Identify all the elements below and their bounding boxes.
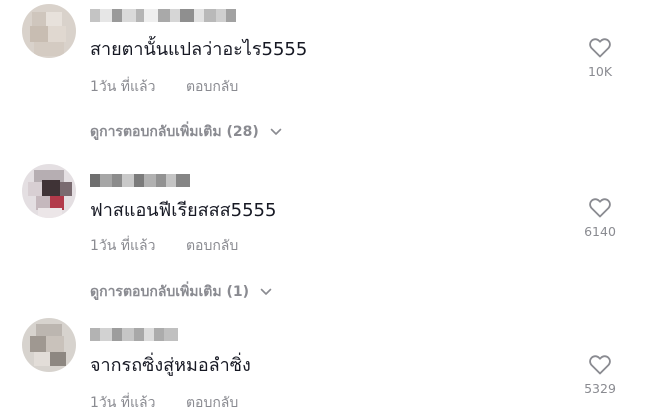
comment-text: สายตานั้นแปลว่าอะไร5555: [90, 39, 308, 60]
comment-meta: 1วัน ที่แล้ว ตอบกลับ: [90, 76, 238, 98]
like-button[interactable]: 5329: [580, 353, 620, 396]
reply-button[interactable]: ตอบกลับ: [186, 76, 238, 98]
avatar[interactable]: [22, 164, 76, 218]
username-blurred[interactable]: [90, 174, 190, 187]
comment-timestamp: 1วัน ที่แล้ว: [90, 238, 156, 254]
comment-text: จากรถซิ่งสู่หมอลำซิ่ง: [90, 355, 251, 376]
reply-button[interactable]: ตอบกลับ: [186, 235, 238, 257]
comment-meta: 1วัน ที่แล้ว ตอบกลับ: [90, 235, 238, 257]
heart-outline-icon: [589, 198, 611, 218]
comment-text: ฟาสแอนฟีเรียสสส5555: [90, 200, 277, 221]
view-more-replies-button[interactable]: ดูการตอบกลับเพิ่มเติม (28): [90, 121, 282, 143]
comment-feed: สายตานั้นแปลว่าอะไร5555 1วัน ที่แล้ว ตอบ…: [0, 0, 649, 414]
chevron-down-icon: [260, 288, 272, 295]
reply-button[interactable]: ตอบกลับ: [186, 392, 238, 414]
like-count: 5329: [584, 381, 616, 396]
like-button[interactable]: 10K: [580, 36, 620, 79]
chevron-down-icon: [270, 128, 281, 135]
like-count: 6140: [584, 224, 616, 239]
avatar[interactable]: [22, 318, 76, 372]
like-button[interactable]: 6140: [580, 196, 620, 239]
username-blurred[interactable]: [90, 328, 178, 341]
view-more-replies-label: ดูการตอบกลับเพิ่มเติม (28): [90, 124, 259, 140]
heart-outline-icon: [589, 355, 611, 375]
view-more-replies-label: ดูการตอบกลับเพิ่มเติม (1): [90, 284, 250, 300]
comment-timestamp: 1วัน ที่แล้ว: [90, 79, 156, 95]
heart-outline-icon: [589, 38, 611, 58]
comment-meta: 1วัน ที่แล้ว ตอบกลับ: [90, 392, 238, 414]
like-count: 10K: [587, 64, 613, 79]
view-more-replies-button[interactable]: ดูการตอบกลับเพิ่มเติม (1): [90, 281, 272, 303]
comment-timestamp: 1วัน ที่แล้ว: [90, 395, 156, 411]
avatar[interactable]: [22, 4, 76, 58]
username-blurred[interactable]: [90, 9, 236, 22]
